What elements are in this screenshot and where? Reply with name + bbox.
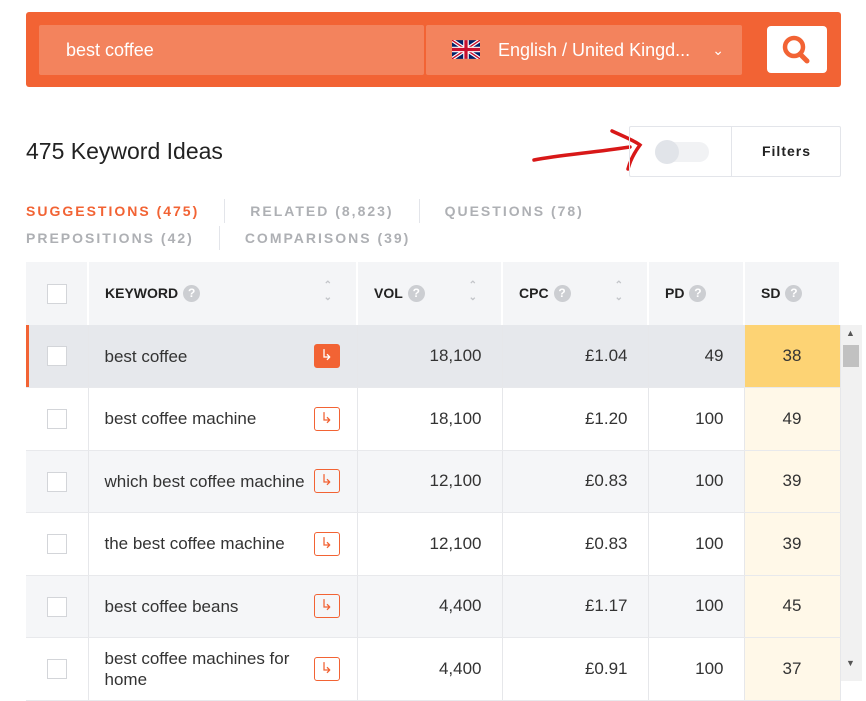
cpc-cell: £0.83: [502, 512, 649, 576]
chevron-down-icon: ⌄: [712, 42, 724, 58]
row-checkbox[interactable]: [46, 596, 67, 617]
sd-cell: 38: [744, 325, 841, 388]
sd-cell: 45: [744, 575, 841, 638]
uk-flag-icon: [452, 40, 480, 59]
filters-button[interactable]: Filters: [731, 127, 841, 176]
row-checkbox[interactable]: [46, 471, 67, 492]
open-keyword-icon[interactable]: ↳: [313, 344, 340, 368]
col-pd[interactable]: PD?: [648, 262, 745, 325]
col-keyword[interactable]: KEYWORD? ⌃ ⌄: [88, 262, 358, 325]
vol-cell: 12,100: [357, 512, 503, 576]
keyword-table: KEYWORD? ⌃ ⌄ VOL? ⌃ ⌄ CPC? ⌃ ⌄ PD? SD? best co…: [26, 262, 841, 701]
row-checkbox[interactable]: [46, 659, 67, 679]
help-icon[interactable]: ?: [407, 285, 425, 303]
scroll-up-icon[interactable]: ▲: [846, 328, 855, 338]
scroll-down-icon[interactable]: ▼: [846, 658, 855, 668]
pd-cell: 100: [648, 637, 745, 701]
row-checkbox[interactable]: [46, 346, 67, 367]
keyword-text[interactable]: best coffee: [105, 347, 188, 366]
row-checkbox[interactable]: [46, 409, 67, 429]
tab-prepositions[interactable]: PREPOSITIONS (42): [26, 226, 220, 250]
language-select[interactable]: English / United Kingd... ⌄: [426, 25, 742, 75]
help-icon[interactable]: ?: [785, 285, 803, 303]
col-label: CPC: [519, 284, 549, 301]
cpc-cell: £1.17: [502, 575, 649, 638]
tab-comparisons[interactable]: COMPARISONS (39): [245, 226, 436, 250]
select-all-checkbox[interactable]: [46, 283, 67, 304]
help-icon[interactable]: ?: [689, 285, 707, 303]
pd-cell: 100: [648, 387, 745, 451]
pd-cell: 100: [648, 450, 745, 513]
sd-cell: 39: [744, 512, 841, 576]
search-button[interactable]: [767, 26, 827, 73]
tab-suggestions[interactable]: SUGGESTIONS (475): [26, 199, 226, 223]
keyword-text[interactable]: the best coffee machine: [105, 534, 285, 553]
col-sd[interactable]: SD?: [744, 262, 841, 325]
col-label: SD: [761, 284, 781, 301]
col-label: PD: [665, 284, 685, 301]
vol-cell: 12,100: [357, 450, 503, 513]
cpc-cell: £1.20: [502, 387, 649, 451]
sd-cell: 39: [744, 450, 841, 513]
open-keyword-icon[interactable]: ↳: [313, 656, 340, 681]
table-row[interactable]: best coffee machines for home ↳ 4,400 £0.…: [26, 637, 841, 701]
sort-icon[interactable]: ⌃ ⌄: [469, 280, 477, 304]
keyword-text[interactable]: best coffee machine: [105, 409, 257, 428]
vol-cell: 18,100: [357, 325, 503, 388]
keyword-text[interactable]: best coffee beans: [105, 597, 239, 616]
vol-cell: 4,400: [357, 575, 503, 638]
tabs-row-2: PREPOSITIONS (42) COMPARISONS (39): [26, 226, 460, 250]
vol-cell: 4,400: [357, 637, 503, 701]
tabs-row-1: SUGGESTIONS (475) RELATED (8,823) QUESTI…: [26, 199, 634, 223]
open-keyword-icon[interactable]: ↳: [313, 531, 340, 556]
col-vol[interactable]: VOL? ⌃ ⌄: [357, 262, 503, 325]
keyword-text[interactable]: best coffee machines for home: [105, 649, 290, 689]
open-keyword-icon[interactable]: ↳: [313, 406, 340, 431]
sort-icon[interactable]: ⌃ ⌄: [324, 280, 332, 304]
filters-panel: Filters: [629, 126, 841, 177]
table-row[interactable]: best coffee ↳ 18,100 £1.04 49 38: [26, 325, 841, 388]
scrollbar[interactable]: ▲ ▼: [841, 325, 862, 681]
col-cpc[interactable]: CPC? ⌃ ⌄: [502, 262, 649, 325]
open-keyword-icon[interactable]: ↳: [313, 594, 340, 619]
sd-cell: 49: [744, 387, 841, 451]
vol-cell: 18,100: [357, 387, 503, 451]
tab-related[interactable]: RELATED (8,823): [250, 199, 420, 223]
table-row[interactable]: best coffee machine ↳ 18,100 £1.20 100 49: [26, 387, 841, 451]
cpc-cell: £0.91: [502, 637, 649, 701]
col-label: KEYWORD: [105, 284, 179, 301]
sd-cell: 37: [744, 637, 841, 701]
cpc-cell: £0.83: [502, 450, 649, 513]
tab-questions[interactable]: QUESTIONS (78): [445, 199, 609, 223]
pd-cell: 100: [648, 512, 745, 576]
page-title: 475 Keyword Ideas: [26, 138, 223, 164]
scrollbar-thumb[interactable]: [843, 345, 859, 367]
filters-toggle[interactable]: [655, 140, 709, 164]
pd-cell: 49: [648, 325, 745, 388]
row-checkbox[interactable]: [46, 534, 67, 554]
open-keyword-icon[interactable]: ↳: [313, 469, 340, 494]
table-row[interactable]: best coffee beans ↳ 4,400 £1.17 100 45: [26, 575, 841, 638]
cpc-cell: £1.04: [502, 325, 649, 388]
table-row[interactable]: the best coffee machine ↳ 12,100 £0.83 10…: [26, 512, 841, 576]
help-icon[interactable]: ?: [183, 285, 201, 303]
language-label: English / United Kingd...: [498, 40, 691, 60]
search-icon: [782, 35, 810, 64]
table-row[interactable]: which best coffee machine ↳ 12,100 £0.83 …: [26, 450, 841, 513]
keyword-input[interactable]: best coffee: [39, 25, 424, 75]
search-bar: best coffee English / United Kingd... ⌄: [26, 12, 841, 87]
sort-icon[interactable]: ⌃ ⌄: [615, 280, 623, 304]
keyword-text[interactable]: which best coffee machine: [105, 472, 305, 491]
col-label: VOL: [374, 284, 403, 301]
help-icon[interactable]: ?: [553, 285, 571, 303]
pd-cell: 100: [648, 575, 745, 638]
